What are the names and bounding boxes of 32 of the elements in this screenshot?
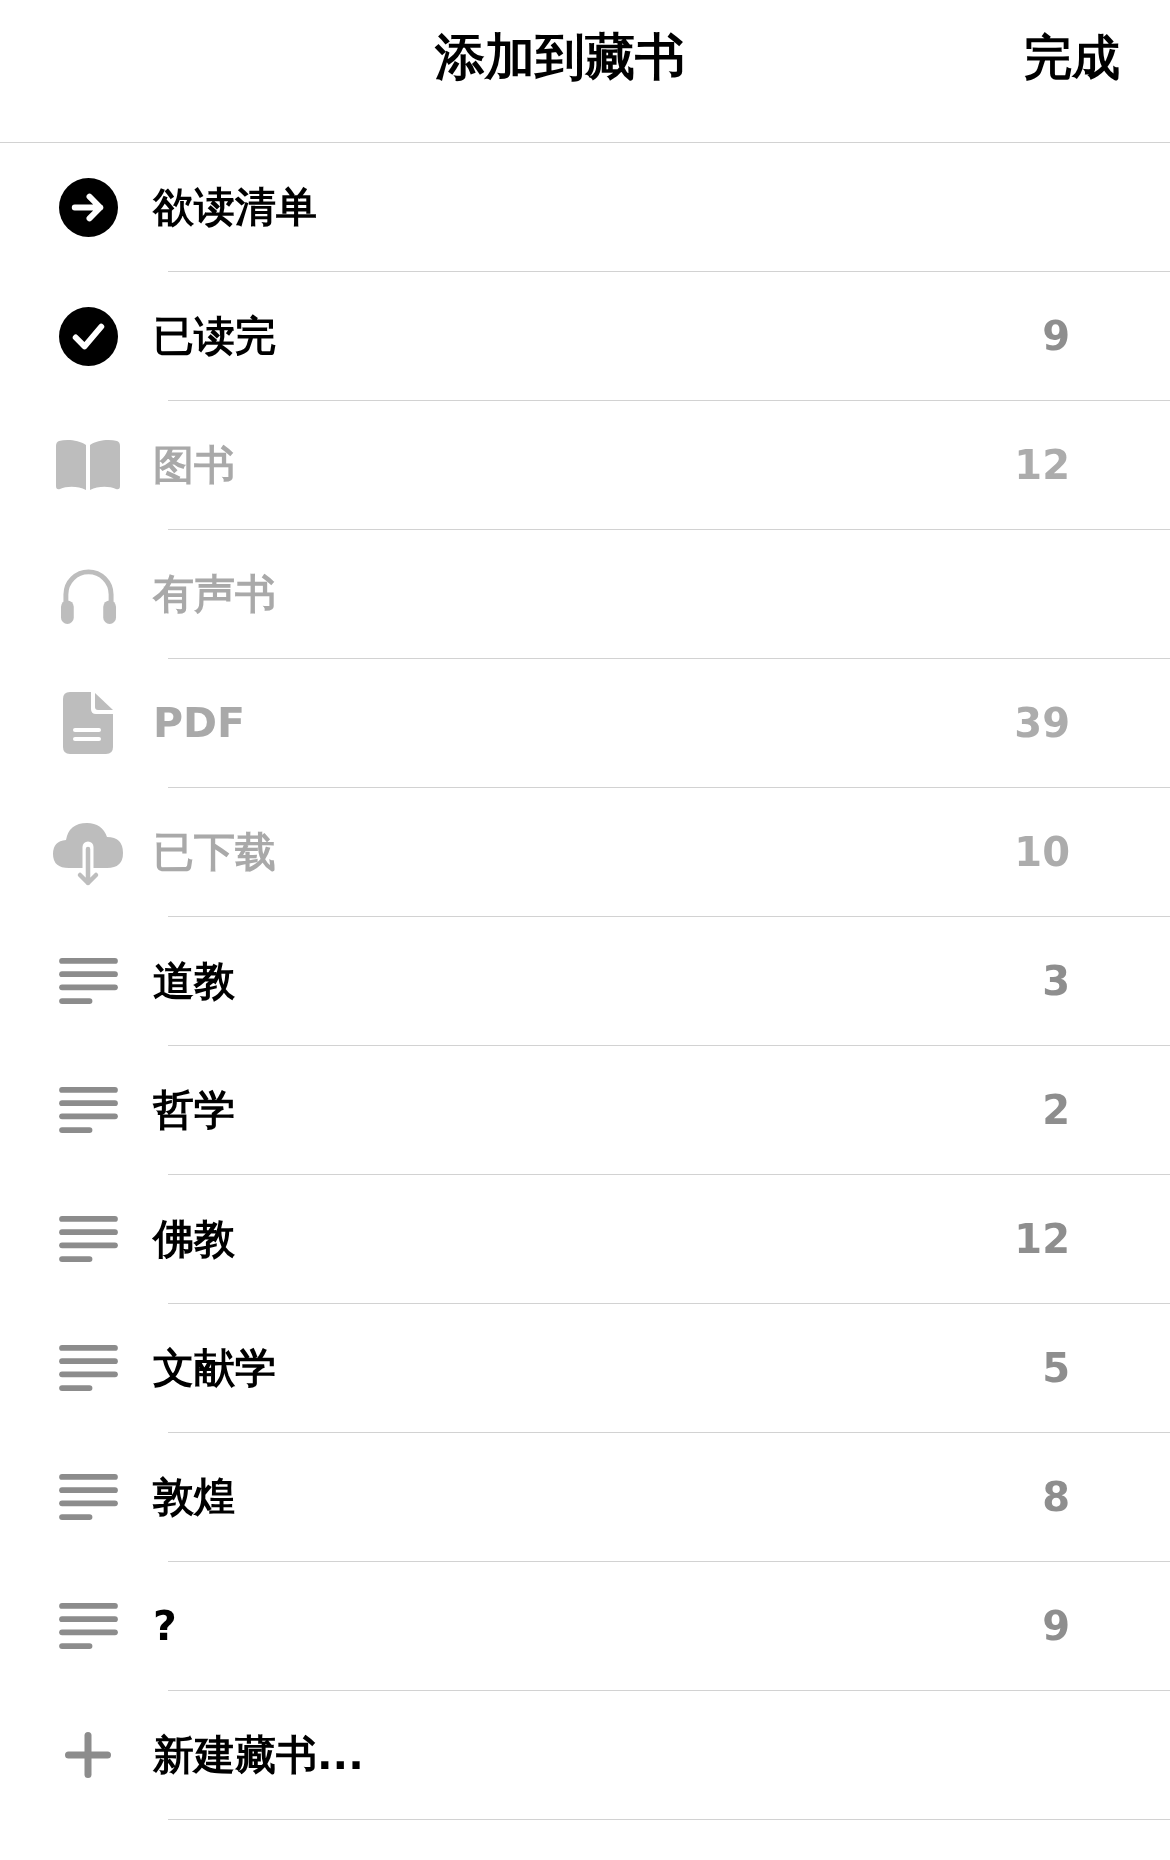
- plus-icon: [65, 1732, 111, 1778]
- item-count: 2: [1042, 1086, 1070, 1135]
- collection-item[interactable]: 佛教: [153, 1211, 235, 1267]
- arrow-circle-icon: [58, 177, 118, 237]
- item-count: 12: [1014, 1215, 1070, 1264]
- new-collection-button[interactable]: 新建藏书...: [153, 1727, 364, 1783]
- item-count: 39: [1014, 699, 1070, 748]
- collection-item[interactable]: ?: [153, 1598, 177, 1654]
- item-count: 9: [1042, 312, 1070, 361]
- collection-item[interactable]: 敦煌: [153, 1469, 235, 1525]
- collection-item[interactable]: 道教: [153, 953, 235, 1009]
- list-lines-icon: [58, 1603, 118, 1649]
- item-count: 3: [1042, 957, 1070, 1006]
- done-button[interactable]: 完成: [1024, 22, 1120, 92]
- item-count: 10: [1014, 828, 1070, 877]
- item-count: 5: [1042, 1344, 1070, 1393]
- item-count: 9: [1042, 1602, 1070, 1651]
- list-lines-icon: [58, 1087, 118, 1133]
- item-count: 12: [1014, 441, 1070, 490]
- list-lines-icon: [58, 1474, 118, 1520]
- list-lines-icon: [58, 1345, 118, 1391]
- list-lines-icon: [58, 1216, 118, 1262]
- open-book-icon: [55, 439, 121, 491]
- list-lines-icon: [58, 958, 118, 1004]
- collection-item[interactable]: 已读完: [153, 308, 276, 364]
- item-count: 8: [1042, 1473, 1070, 1522]
- collection-item[interactable]: 哲学: [153, 1082, 235, 1138]
- document-icon: [63, 692, 113, 754]
- checkmark-circle-icon: [58, 306, 118, 366]
- collection-item[interactable]: 文献学: [153, 1340, 276, 1396]
- sheet-title: 添加到藏书: [435, 27, 685, 88]
- collection-item[interactable]: 欲读清单: [153, 179, 317, 235]
